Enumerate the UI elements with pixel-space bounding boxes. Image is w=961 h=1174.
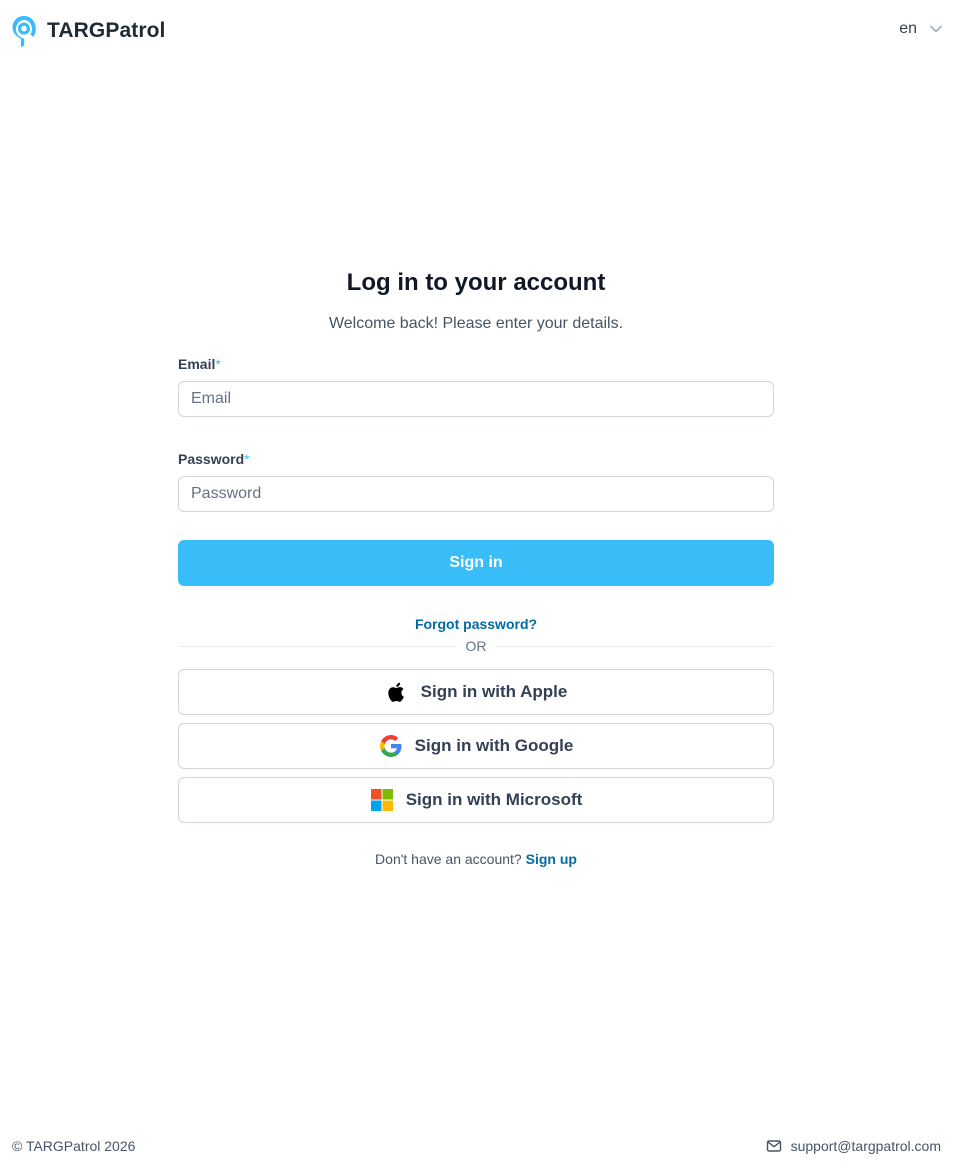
- mail-icon: [766, 1140, 781, 1152]
- signup-prompt: Don't have an account?: [375, 851, 522, 867]
- language-value: en: [899, 20, 917, 37]
- password-label: Password*: [178, 450, 774, 468]
- support-email-text: support@targpatrol.com: [790, 1138, 941, 1154]
- google-icon: [379, 735, 402, 757]
- email-input[interactable]: [178, 381, 774, 417]
- divider-line-left: [178, 645, 456, 647]
- email-label-text: Email: [178, 356, 216, 372]
- sign-in-with-google-button[interactable]: Sign in with Google: [178, 723, 774, 769]
- email-field-group: Email*: [178, 355, 774, 417]
- brand-home-link[interactable]: TARGPatrol: [10, 14, 165, 48]
- or-divider: OR: [178, 635, 774, 657]
- sign-in-with-apple-button[interactable]: Sign in with Apple: [178, 669, 774, 715]
- location-pin-icon: [12, 16, 36, 47]
- language-selector[interactable]: en: [899, 20, 943, 38]
- support-email-link[interactable]: support@targpatrol.com: [766, 1137, 941, 1155]
- email-label: Email*: [178, 355, 774, 373]
- sign-in-button[interactable]: Sign in: [178, 540, 774, 586]
- chevron-down-icon: [930, 25, 942, 33]
- microsoft-button-label: Sign in with Microsoft: [405, 790, 583, 809]
- copyright-text: © TARGPatrol 2026: [12, 1138, 136, 1154]
- email-required-mark: *: [215, 356, 221, 372]
- microsoft-icon: [370, 789, 393, 811]
- brand-name: TARGPatrol: [47, 19, 166, 42]
- password-required-mark: *: [244, 451, 250, 467]
- login-page: TARGPatrol en Log in to your account Wel…: [0, 0, 961, 1174]
- page-subtitle: Welcome back! Please enter your details.: [328, 315, 624, 332]
- google-button-label: Sign in with Google: [414, 736, 574, 755]
- forgot-password-row: Forgot password?: [178, 616, 774, 633]
- login-form: Log in to your account Welcome back! Ple…: [178, 266, 774, 869]
- signup-row: Don't have an account? Sign up: [178, 849, 774, 869]
- password-input[interactable]: [178, 476, 774, 512]
- apple-icon: [387, 682, 404, 702]
- divider-line-right: [496, 645, 774, 647]
- sign-up-link[interactable]: Sign up: [526, 851, 577, 867]
- apple-button-label: Sign in with Apple: [420, 682, 568, 701]
- page-title: Log in to your account: [346, 269, 606, 296]
- sign-in-with-microsoft-button[interactable]: Sign in with Microsoft: [178, 777, 774, 823]
- top-bar: TARGPatrol en: [0, 0, 961, 64]
- password-label-text: Password: [178, 451, 245, 467]
- password-field-group: Password*: [178, 450, 774, 512]
- social-sign-in-group: Sign in with Apple Sign in with Google S…: [178, 669, 774, 823]
- forgot-password-link[interactable]: Forgot password?: [415, 616, 537, 632]
- divider-text: OR: [465, 638, 487, 654]
